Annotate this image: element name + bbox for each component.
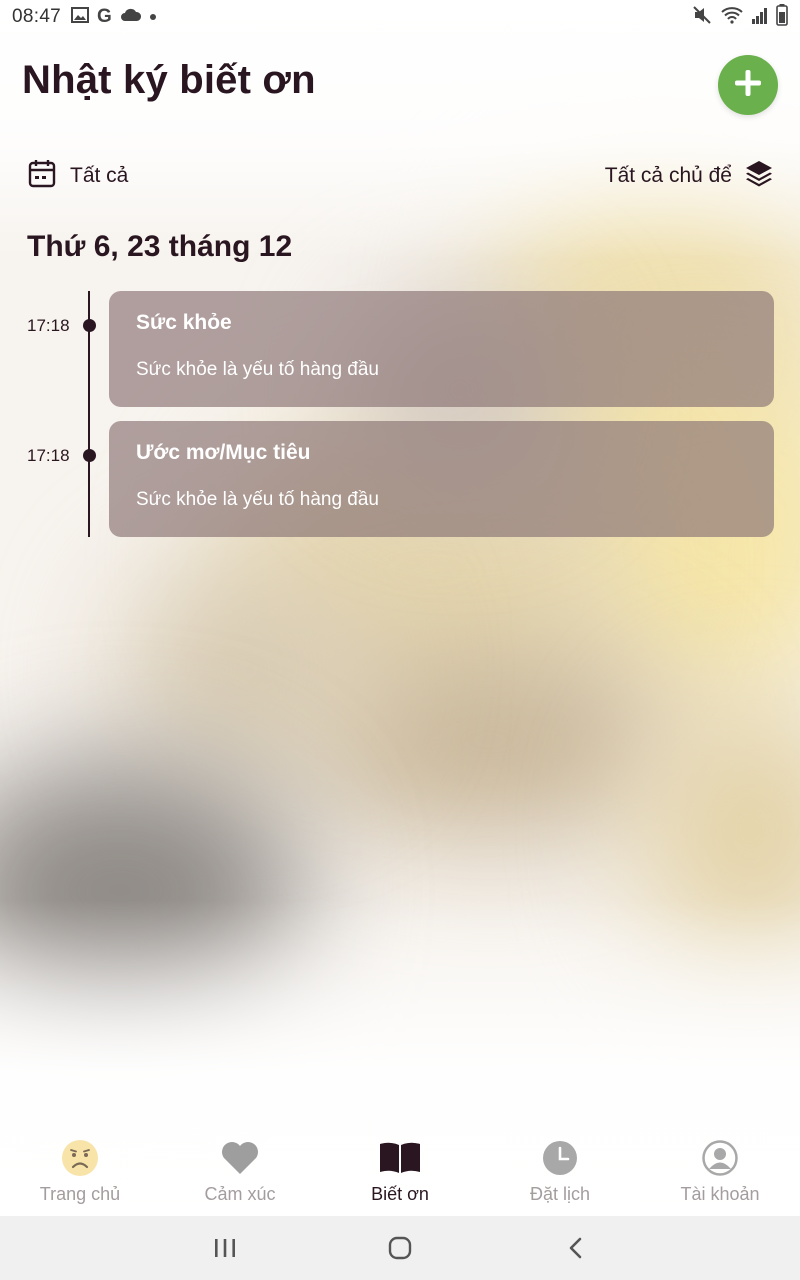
battery-icon (776, 3, 788, 31)
entry-time: 17:18 (27, 446, 70, 465)
calendar-icon (28, 158, 56, 193)
date-filter[interactable]: Tất cả (28, 158, 128, 193)
google-icon: G (97, 6, 112, 27)
clock-icon (542, 1138, 578, 1178)
entry-time: 17:18 (27, 316, 70, 335)
image-icon (71, 6, 90, 28)
entry-text: Sức khỏe là yếu tố hàng đầu (136, 359, 380, 380)
signal-icon (752, 6, 768, 29)
home-icon[interactable] (313, 1236, 488, 1260)
nav-item-home[interactable]: Trang chủ (0, 1128, 160, 1216)
nav-label: Đặt lịch (529, 1184, 591, 1204)
status-bar: 08:47 G (0, 0, 800, 34)
nav-item-account[interactable]: Tài khoản (640, 1128, 800, 1216)
back-icon[interactable] (488, 1237, 663, 1259)
wifi-icon (720, 5, 744, 30)
entry-card[interactable]: Ước mơ/Mục tiêu Sức khỏe là yếu tố hàng … (109, 421, 774, 537)
topic-filter[interactable]: Tất cả chủ để (605, 158, 774, 193)
page-title: Nhật ký biết ơn (22, 58, 316, 102)
date-filter-label: Tất cả (70, 163, 129, 187)
topic-filter-label: Tất cả chủ để (604, 163, 732, 187)
nav-item-gratitude[interactable]: Biết ơn (320, 1128, 480, 1216)
nav-item-schedule[interactable]: Đặt lịch (480, 1128, 640, 1216)
cloud-icon (120, 8, 142, 27)
plus-icon (733, 68, 763, 103)
timeline-dot (83, 319, 96, 332)
nav-label: Trang chủ (39, 1184, 121, 1204)
entry-card[interactable]: Sức khỏe Sức khỏe là yếu tố hàng đầu (109, 291, 774, 407)
nav-label: Biết ơn (371, 1184, 429, 1204)
timeline-dot (83, 449, 96, 462)
nav-label: Tài khoản (680, 1184, 760, 1204)
heart-icon (220, 1138, 260, 1178)
recent-apps-icon[interactable] (138, 1238, 313, 1258)
entry-title: Sức khỏe (136, 311, 232, 334)
mute-icon (692, 5, 712, 30)
dot-icon (149, 14, 156, 20)
nav-item-emotions[interactable]: Cảm xúc (160, 1128, 320, 1216)
layers-icon (744, 158, 774, 193)
entry-text: Sức khỏe là yếu tố hàng đầu (136, 489, 380, 510)
book-icon (379, 1138, 421, 1178)
add-entry-button[interactable] (718, 55, 778, 115)
bottom-navigation: Trang chủ Cảm xúc Biết ơn Đặt lịch Tài k… (0, 1128, 800, 1216)
status-time: 08:47 (12, 6, 62, 27)
sad-face-icon (61, 1138, 99, 1178)
system-navigation-bar (0, 1216, 800, 1280)
nav-label: Cảm xúc (204, 1184, 276, 1204)
entry-title: Ước mơ/Mục tiêu (136, 441, 311, 464)
day-heading: Thứ 6, 23 tháng 12 (27, 230, 293, 263)
account-icon (702, 1138, 738, 1178)
